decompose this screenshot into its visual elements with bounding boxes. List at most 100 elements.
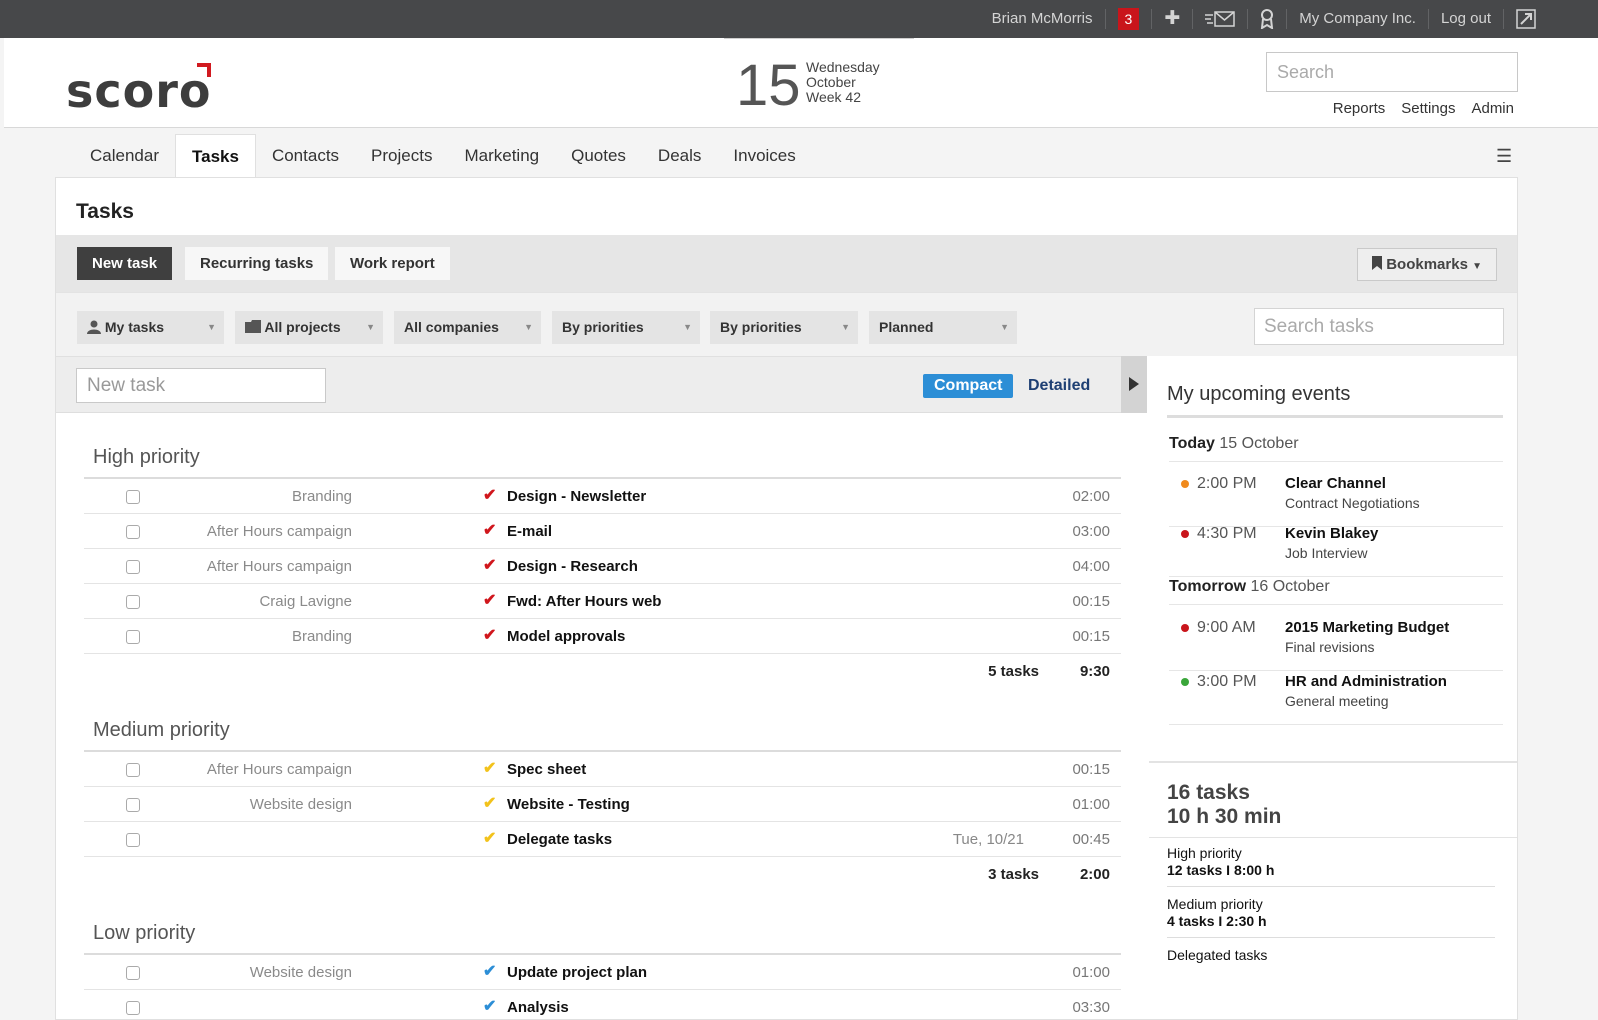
task-project[interactable]: Branding (292, 488, 352, 505)
view-detailed-button[interactable]: Detailed (1028, 374, 1090, 398)
tab-projects[interactable]: Projects (355, 134, 448, 178)
task-name[interactable]: Update project plan (507, 964, 647, 981)
filter-planned[interactable]: Planned ▼ (869, 311, 1017, 344)
task-name[interactable]: Delegate tasks (507, 831, 612, 848)
event-subtitle: General meeting (1285, 693, 1389, 709)
task-project[interactable]: After Hours campaign (207, 761, 352, 778)
task-project[interactable]: Craig Lavigne (259, 593, 352, 610)
notifications[interactable]: 3 (1104, 8, 1152, 30)
logo[interactable]: scoro (66, 64, 212, 118)
task-project[interactable]: Website design (250, 964, 352, 981)
toggle-sidebar-button[interactable] (1121, 356, 1147, 413)
tab-contacts[interactable]: Contacts (256, 134, 355, 178)
task-name[interactable]: Fwd: After Hours web (507, 593, 661, 610)
admin-link[interactable]: Admin (1471, 100, 1514, 117)
task-checkbox[interactable] (126, 595, 140, 609)
task-name[interactable]: Analysis (507, 999, 569, 1016)
stat-high-priority[interactable]: High priority 12 tasks I 8:00 h (1167, 845, 1495, 887)
stat-medium-priority[interactable]: Medium priority 4 tasks I 2:30 h (1167, 896, 1495, 938)
bookmarks-button[interactable]: Bookmarks ▼ (1357, 248, 1497, 281)
task-row[interactable]: After Hours campaign ✔ Design - Research 04… (84, 549, 1121, 584)
task-name[interactable]: Spec sheet (507, 761, 586, 778)
stat-medium-label: Medium priority (1167, 896, 1263, 912)
work-report-button[interactable]: Work report (335, 247, 450, 280)
bookmark-icon (1372, 256, 1383, 270)
tab-deals[interactable]: Deals (642, 134, 717, 178)
task-duration: 00:15 (1072, 593, 1110, 610)
group-task-count: 5 tasks (988, 663, 1039, 680)
company-switcher[interactable]: My Company Inc. (1286, 9, 1428, 29)
event-item[interactable]: 2:00 PM Clear Channel Contract Negotiati… (1169, 471, 1503, 527)
messages-button[interactable] (1192, 9, 1247, 29)
event-item[interactable]: 4:30 PM Kevin Blakey Job Interview (1169, 521, 1503, 577)
task-row[interactable]: Branding ✔ Model approvals 00:15 (84, 619, 1121, 654)
task-checkbox[interactable] (126, 1001, 140, 1015)
task-row[interactable]: Website design ✔ Update project plan 01:00 (84, 955, 1121, 990)
new-task-input[interactable] (76, 368, 326, 403)
tab-invoices[interactable]: Invoices (717, 134, 811, 178)
task-due-date: Tue, 10/21 (952, 831, 1024, 848)
reports-link[interactable]: Reports (1333, 100, 1386, 117)
fullscreen-button[interactable] (1503, 9, 1548, 29)
tab-marketing[interactable]: Marketing (448, 134, 555, 178)
stat-delegated[interactable]: Delegated tasks (1167, 947, 1495, 971)
task-checkbox[interactable] (126, 490, 140, 504)
task-project[interactable]: After Hours campaign (207, 523, 352, 540)
stat-high-value: 12 tasks I 8:00 h (1167, 862, 1275, 878)
view-compact-button[interactable]: Compact (923, 374, 1014, 398)
task-row[interactable]: Branding ✔ Design - Newsletter 02:00 (84, 479, 1121, 514)
group-total-time: 9:30 (1079, 663, 1110, 680)
event-subtitle: Final revisions (1285, 639, 1375, 655)
task-project[interactable]: After Hours campaign (207, 558, 352, 575)
task-row[interactable]: After Hours campaign ✔ E-mail 03:00 (84, 514, 1121, 549)
task-checkbox[interactable] (126, 630, 140, 644)
add-button[interactable]: ✚ (1151, 9, 1192, 29)
tab-quotes[interactable]: Quotes (555, 134, 642, 178)
filter-all-projects[interactable]: All projects ▼ (235, 311, 383, 344)
settings-link[interactable]: Settings (1401, 100, 1455, 117)
stats-task-count: 16 tasks (1167, 781, 1250, 804)
action-bar: New task Recurring tasks Work report Boo… (56, 235, 1517, 292)
recurring-tasks-button[interactable]: Recurring tasks (185, 247, 329, 280)
logout-link[interactable]: Log out (1427, 9, 1503, 29)
hamburger-menu-icon[interactable]: ☰ (1496, 147, 1512, 165)
day-today-date: 15 October (1219, 435, 1299, 452)
filter-priorities-1[interactable]: By priorities ▼ (552, 311, 700, 344)
task-row[interactable]: Craig Lavigne ✔ Fwd: After Hours web 00:15 (84, 584, 1121, 619)
task-duration: 03:30 (1072, 999, 1110, 1016)
filter-all-companies[interactable]: All companies ▼ (394, 311, 541, 344)
task-name[interactable]: Model approvals (507, 628, 625, 645)
filter-my-tasks[interactable]: My tasks ▼ (77, 311, 224, 344)
filter-priorities-2[interactable]: By priorities ▼ (710, 311, 858, 344)
task-checkbox[interactable] (126, 798, 140, 812)
task-row[interactable]: ✔ Analysis 03:30 (84, 990, 1121, 1020)
event-item[interactable]: 9:00 AM 2015 Marketing Budget Final revi… (1169, 615, 1503, 671)
event-item[interactable]: 3:00 PM HR and Administration General me… (1169, 669, 1503, 725)
tab-tasks[interactable]: Tasks (175, 134, 256, 178)
task-checkbox[interactable] (126, 966, 140, 980)
task-row[interactable]: Website design ✔ Website - Testing 01:00 (84, 787, 1121, 822)
global-search-input[interactable] (1266, 52, 1518, 92)
task-checkbox[interactable] (126, 833, 140, 847)
task-checkbox[interactable] (126, 560, 140, 574)
tab-calendar[interactable]: Calendar (74, 134, 175, 178)
priority-check-icon: ✔ (483, 592, 497, 609)
notifications-badge[interactable]: 3 (1117, 8, 1140, 30)
date-divider (724, 38, 914, 39)
new-task-button[interactable]: New task (77, 247, 173, 280)
task-name[interactable]: Design - Newsletter (507, 488, 646, 505)
user-name[interactable]: Brian McMorris (980, 9, 1105, 29)
event-title: Clear Channel (1285, 475, 1386, 492)
task-name[interactable]: Design - Research (507, 558, 638, 575)
awards-button[interactable] (1247, 9, 1286, 29)
event-subtitle: Job Interview (1285, 545, 1368, 561)
task-name[interactable]: E-mail (507, 523, 552, 540)
task-row[interactable]: ✔ Delegate tasks Tue, 10/21 00:45 (84, 822, 1121, 857)
task-project[interactable]: Branding (292, 628, 352, 645)
task-name[interactable]: Website - Testing (507, 796, 630, 813)
task-project[interactable]: Website design (250, 796, 352, 813)
task-row[interactable]: After Hours campaign ✔ Spec sheet 00:15 (84, 752, 1121, 787)
task-checkbox[interactable] (126, 525, 140, 539)
search-tasks-input[interactable] (1254, 308, 1504, 345)
task-checkbox[interactable] (126, 763, 140, 777)
